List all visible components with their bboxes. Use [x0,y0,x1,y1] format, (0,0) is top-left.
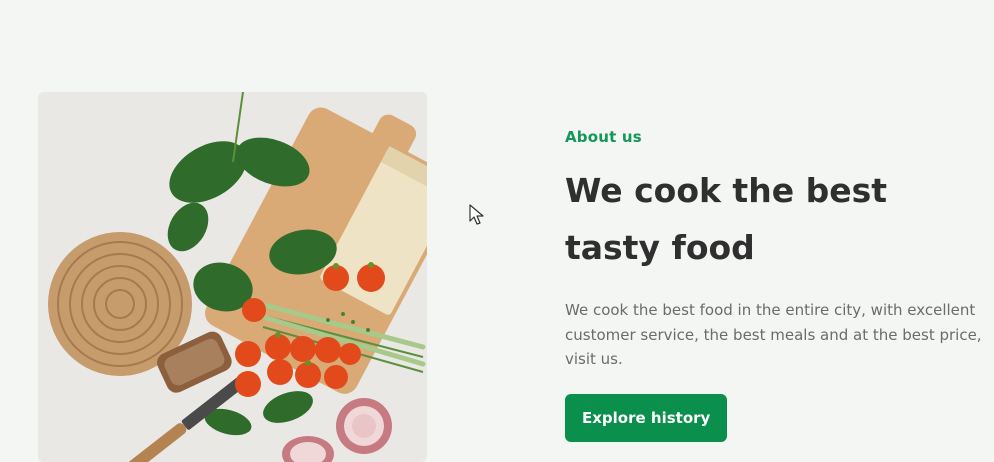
about-section: About us We cook the best tasty food We … [0,0,994,462]
mouse-pointer-icon [469,204,484,225]
about-content: About us We cook the best tasty food We … [565,124,985,442]
food-ingredients-image [38,92,427,462]
section-title: We cook the best tasty food [565,171,887,267]
explore-history-button[interactable]: Explore history [565,393,728,442]
section-description: We cook the best food in the entire city… [565,301,982,368]
section-subtitle: About us [565,128,642,146]
